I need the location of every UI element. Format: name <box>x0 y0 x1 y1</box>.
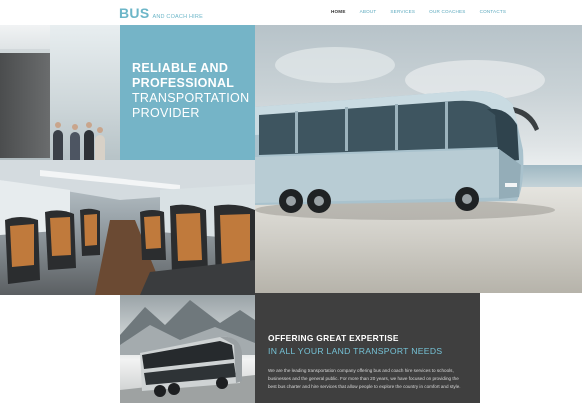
logo-main-text: BUS <box>119 5 150 21</box>
logo-sub-text: AND COACH HIRE <box>152 14 203 20</box>
expertise-section: OFFERING GREAT EXPERTISE IN ALL YOUR LAN… <box>255 293 480 403</box>
site-logo[interactable]: BUS AND COACH HIRE <box>119 5 203 21</box>
expertise-title: OFFERING GREAT EXPERTISE <box>268 333 399 343</box>
hero-tagline-box: RELIABLE AND PROFESSIONAL TRANSPORTATION… <box>120 25 255 160</box>
office-meeting-photo <box>0 25 120 160</box>
nav-about[interactable]: ABOUT <box>360 9 377 14</box>
hero-line-2: PROFESSIONAL <box>132 76 235 90</box>
blank-area <box>480 293 582 403</box>
seats-illustration <box>0 160 255 295</box>
bus-interior-seats-photo <box>0 160 255 295</box>
expertise-body: We are the leading transportation compan… <box>268 368 461 389</box>
nav-our-coaches[interactable]: OUR COACHES <box>429 9 465 14</box>
main-nav: HOME ABOUT SERVICES OUR COACHES CONTACTS <box>331 9 520 14</box>
site-header: BUS AND COACH HIRE HOME ABOUT SERVICES O… <box>0 0 582 25</box>
nav-services[interactable]: SERVICES <box>390 9 415 14</box>
coach-bus-illustration <box>255 47 555 220</box>
coach-bus-photo <box>255 25 582 293</box>
nav-home[interactable]: HOME <box>331 9 346 14</box>
double-decker-illustration <box>120 300 255 403</box>
hero-line-1: RELIABLE AND <box>132 61 229 75</box>
expertise-subtitle: IN ALL YOUR LAND TRANSPORT NEEDS <box>268 346 443 356</box>
hero-line-4: PROVIDER <box>132 106 200 120</box>
nav-contacts[interactable]: CONTACTS <box>480 9 507 14</box>
hero-line-3: TRANSPORTATION <box>132 91 250 105</box>
double-decker-bus-photo <box>120 295 255 403</box>
